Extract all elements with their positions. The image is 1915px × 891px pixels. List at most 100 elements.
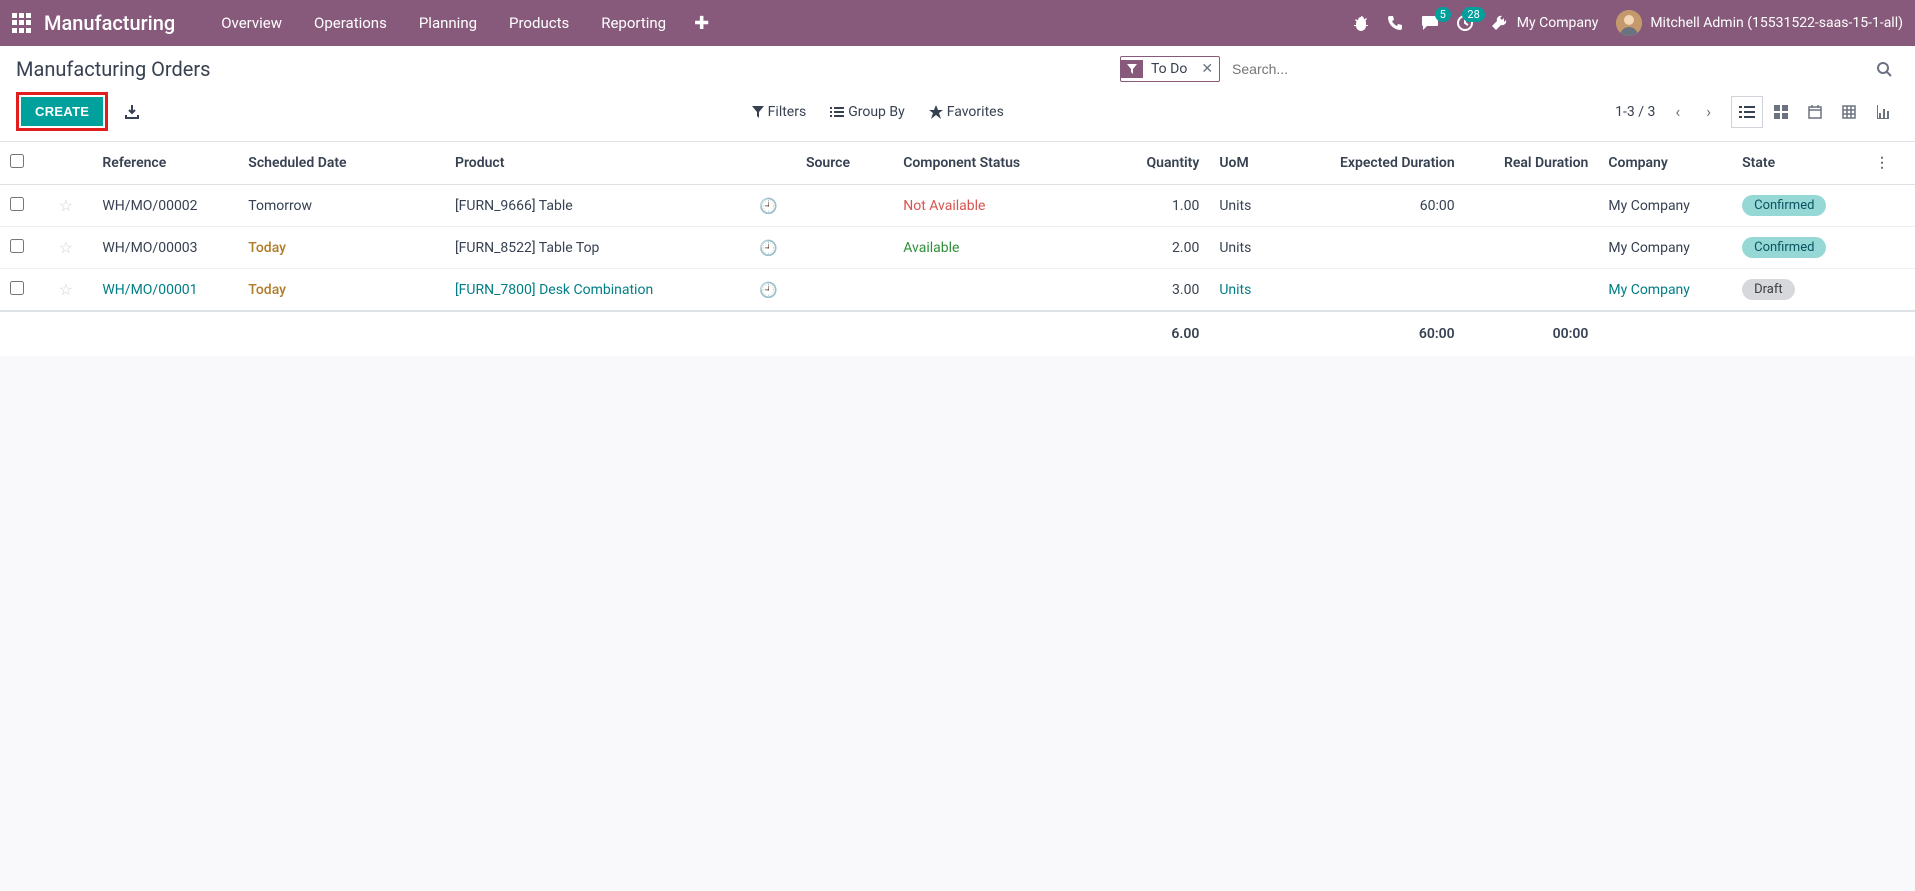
menu-operations[interactable]: Operations bbox=[298, 2, 403, 44]
import-icon[interactable] bbox=[124, 104, 140, 120]
row-checkbox[interactable] bbox=[10, 197, 24, 211]
favorites-label: Favorites bbox=[947, 104, 1004, 120]
col-state[interactable]: State bbox=[1732, 142, 1859, 185]
state-badge: Draft bbox=[1742, 279, 1795, 300]
pivot-view-icon[interactable] bbox=[1833, 96, 1865, 128]
table-row[interactable]: ☆ WH/MO/00002 Tomorrow [FURN_9666] Table… bbox=[0, 185, 1915, 227]
menu-overview[interactable]: Overview bbox=[205, 2, 298, 44]
favorites-button[interactable]: Favorites bbox=[929, 104, 1004, 120]
select-all-checkbox[interactable] bbox=[10, 154, 24, 168]
total-expected: 60:00 bbox=[1282, 311, 1464, 356]
facet-remove-icon[interactable]: ✕ bbox=[1195, 61, 1219, 77]
apps-icon[interactable] bbox=[12, 13, 32, 33]
groupby-label: Group By bbox=[848, 104, 905, 120]
user-menu[interactable]: Mitchell Admin (15531522-saas-15-1-all) bbox=[1616, 10, 1903, 36]
cell-reference: WH/MO/00003 bbox=[102, 240, 197, 256]
col-scheduled[interactable]: Scheduled Date bbox=[238, 142, 445, 185]
cell-scheduled: Today bbox=[248, 282, 286, 298]
filter-icon bbox=[1121, 60, 1143, 78]
filters-button[interactable]: Filters bbox=[752, 104, 807, 120]
groupby-button[interactable]: Group By bbox=[830, 104, 905, 120]
clock-icon[interactable]: 🕘 bbox=[759, 281, 778, 299]
cell-real bbox=[1465, 227, 1599, 269]
total-quantity: 6.00 bbox=[1112, 311, 1209, 356]
cell-source bbox=[796, 227, 893, 269]
phone-icon[interactable] bbox=[1387, 15, 1403, 31]
new-menu-icon[interactable]: ✚ bbox=[682, 13, 721, 34]
filters-label: Filters bbox=[768, 104, 807, 120]
optional-columns-icon[interactable]: ⋮ bbox=[1869, 155, 1895, 171]
state-badge: Confirmed bbox=[1742, 237, 1826, 258]
tools-icon[interactable] bbox=[1491, 15, 1507, 31]
row-checkbox[interactable] bbox=[10, 281, 24, 295]
cell-company: My Company bbox=[1608, 240, 1690, 256]
clock-icon[interactable]: 🕘 bbox=[759, 197, 778, 215]
cell-real bbox=[1465, 185, 1599, 227]
col-product[interactable]: Product bbox=[445, 142, 749, 185]
col-expected[interactable]: Expected Duration bbox=[1282, 142, 1464, 185]
top-navbar: Manufacturing Overview Operations Planni… bbox=[0, 0, 1915, 46]
activities-icon[interactable]: 28 bbox=[1457, 15, 1473, 31]
cell-source bbox=[796, 185, 893, 227]
cell-real bbox=[1465, 269, 1599, 312]
cell-quantity: 3.00 bbox=[1112, 269, 1209, 312]
col-quantity[interactable]: Quantity bbox=[1112, 142, 1209, 185]
cell-quantity: 2.00 bbox=[1112, 227, 1209, 269]
search-input[interactable] bbox=[1226, 55, 1870, 83]
cell-reference: WH/MO/00001 bbox=[102, 282, 197, 298]
kanban-view-icon[interactable] bbox=[1765, 96, 1797, 128]
row-checkbox[interactable] bbox=[10, 239, 24, 253]
create-button[interactable]: CREATE bbox=[21, 97, 103, 126]
search-facet: To Do ✕ bbox=[1120, 56, 1220, 82]
graph-view-icon[interactable] bbox=[1867, 96, 1899, 128]
pager-text[interactable]: 1-3 / 3 bbox=[1615, 104, 1655, 120]
table-header-row: Reference Scheduled Date Product Source … bbox=[0, 142, 1915, 185]
pager-next-icon[interactable]: › bbox=[1700, 98, 1717, 125]
activities-badge: 28 bbox=[1462, 7, 1484, 22]
table-row[interactable]: ☆ WH/MO/00001 Today [FURN_7800] Desk Com… bbox=[0, 269, 1915, 312]
avatar bbox=[1616, 10, 1642, 36]
calendar-view-icon[interactable] bbox=[1799, 96, 1831, 128]
table-row[interactable]: ☆ WH/MO/00003 Today [FURN_8522] Table To… bbox=[0, 227, 1915, 269]
cell-product: [FURN_9666] Table bbox=[455, 198, 573, 214]
control-panel: Manufacturing Orders To Do ✕ CREATE bbox=[0, 46, 1915, 142]
clock-icon[interactable]: 🕘 bbox=[759, 239, 778, 257]
app-brand[interactable]: Manufacturing bbox=[44, 11, 175, 35]
menu-products[interactable]: Products bbox=[493, 2, 585, 44]
user-name: Mitchell Admin (15531522-saas-15-1-all) bbox=[1650, 15, 1903, 31]
cell-quantity: 1.00 bbox=[1112, 185, 1209, 227]
funnel-icon bbox=[752, 106, 764, 118]
col-uom[interactable]: UoM bbox=[1209, 142, 1282, 185]
company-switcher[interactable]: My Company bbox=[1517, 15, 1599, 31]
cell-expected bbox=[1282, 269, 1464, 312]
cell-component: Not Available bbox=[903, 198, 985, 214]
col-reference[interactable]: Reference bbox=[92, 142, 238, 185]
menu-reporting[interactable]: Reporting bbox=[585, 2, 682, 44]
main-menu: Overview Operations Planning Products Re… bbox=[205, 2, 682, 44]
list-icon bbox=[830, 106, 844, 118]
col-company[interactable]: Company bbox=[1598, 142, 1732, 185]
page-title: Manufacturing Orders bbox=[16, 57, 211, 81]
systray: 5 28 bbox=[1353, 15, 1507, 31]
messages-icon[interactable]: 5 bbox=[1421, 15, 1439, 31]
cell-source bbox=[796, 269, 893, 312]
star-icon[interactable]: ☆ bbox=[59, 280, 73, 299]
cell-uom: Units bbox=[1219, 282, 1251, 298]
bug-icon[interactable] bbox=[1353, 15, 1369, 31]
star-icon[interactable]: ☆ bbox=[59, 196, 73, 215]
cell-component: Available bbox=[903, 240, 959, 256]
star-icon[interactable]: ☆ bbox=[59, 238, 73, 257]
search-icon[interactable] bbox=[1870, 61, 1898, 77]
cell-uom: Units bbox=[1219, 198, 1251, 214]
cell-product: [FURN_7800] Desk Combination bbox=[455, 282, 653, 298]
menu-planning[interactable]: Planning bbox=[403, 2, 493, 44]
list-view: Reference Scheduled Date Product Source … bbox=[0, 142, 1915, 356]
list-view-icon[interactable] bbox=[1731, 96, 1763, 128]
cell-company: My Company bbox=[1608, 198, 1690, 214]
col-source[interactable]: Source bbox=[796, 142, 893, 185]
col-real[interactable]: Real Duration bbox=[1465, 142, 1599, 185]
cell-expected: 60:00 bbox=[1282, 185, 1464, 227]
cell-scheduled: Today bbox=[248, 240, 286, 256]
col-component[interactable]: Component Status bbox=[893, 142, 1112, 185]
pager-prev-icon[interactable]: ‹ bbox=[1669, 98, 1686, 125]
